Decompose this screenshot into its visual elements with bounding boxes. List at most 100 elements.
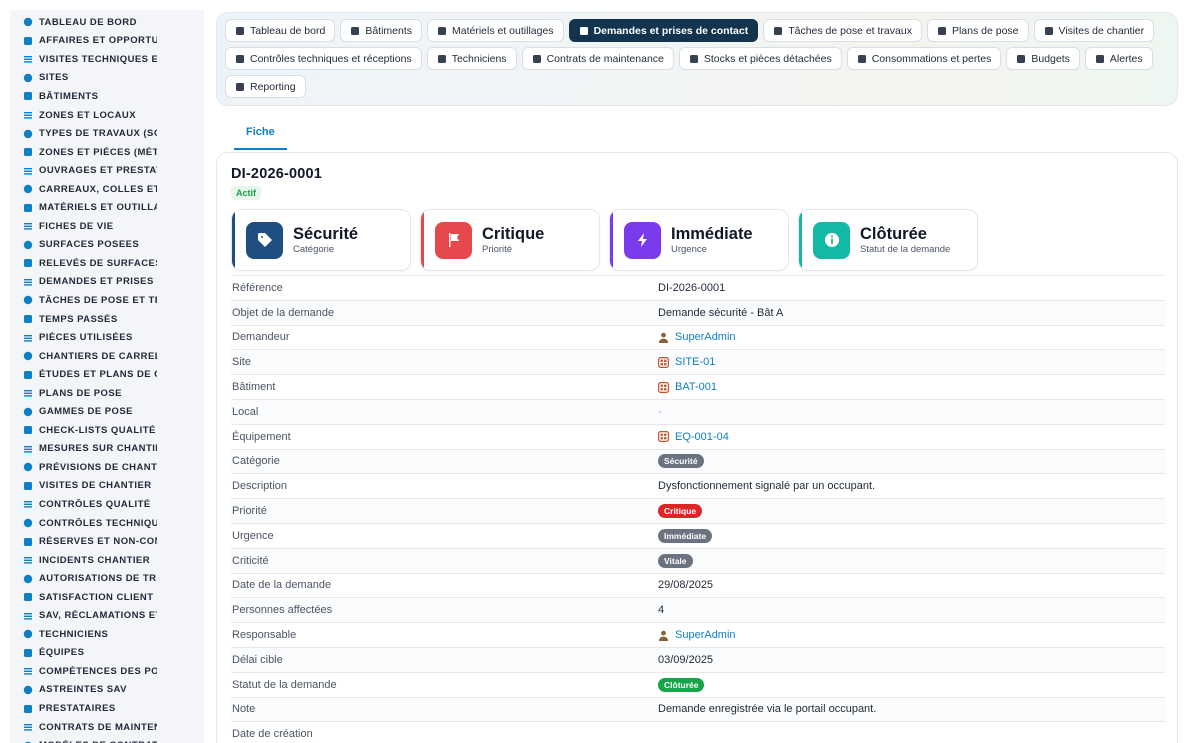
sidebar-item-label: SAV, RÉCLAMATIONS ET GARANTIES <box>39 610 157 622</box>
tab-6[interactable]: Plans de pose <box>926 19 1029 42</box>
sidebar-item-27[interactable]: CONTRÔLES QUALITÉ <box>10 495 204 514</box>
tab-fiche[interactable]: Fiche <box>234 118 287 150</box>
sidebar-item-5[interactable]: BÂTIMENTS <box>10 87 204 106</box>
tab-label: Demandes et prises de contact <box>593 24 749 37</box>
sidebar-item-38[interactable]: PRESTATAIRES <box>10 699 204 718</box>
kpi-label: Priorité <box>482 244 513 255</box>
sidebar-item-21[interactable]: PLANS DE POSE <box>10 384 204 403</box>
tab-8[interactable]: Contrôles techniques et réceptions <box>225 47 422 70</box>
grid-icon <box>658 431 669 443</box>
tab-3[interactable]: Matériels et outillages <box>427 19 564 42</box>
sidebar-item-24[interactable]: MESURES SUR CHANTIER <box>10 440 204 459</box>
sidebar-item-4[interactable]: SITES <box>10 69 204 88</box>
tab-2[interactable]: Bâtiments <box>340 19 422 42</box>
tab-13[interactable]: Budgets <box>1006 47 1080 70</box>
sidebar-item-7[interactable]: TYPES DE TRAVAUX (SOLS) <box>10 124 204 143</box>
info-icon <box>813 221 850 259</box>
sidebar-item-33[interactable]: SAV, RÉCLAMATIONS ET GARANTIES <box>10 607 204 626</box>
sidebar-item-28[interactable]: CONTRÔLES TECHNIQUES ET RÉCEPTIONS <box>10 514 204 533</box>
detail-row: Site SITE-01 <box>231 350 1165 376</box>
sidebar-item-12[interactable]: FICHES DE VIE <box>10 217 204 236</box>
sidebar-item-label: TÂCHES DE POSE ET TRAVAUX <box>39 294 157 306</box>
tab-10[interactable]: Contrats de maintenance <box>521 47 674 70</box>
entity-link[interactable]: EQ-001-04 <box>658 431 729 443</box>
kpi-value: Sécurité <box>293 225 359 243</box>
sidebar-item-30[interactable]: INCIDENTS CHANTIER <box>10 551 204 570</box>
sidebar-item-40[interactable]: MODÈLES DE CONTRATS <box>10 736 204 743</box>
sidebar-item-2[interactable]: AFFAIRES ET OPPORTUNITÉS <box>10 32 204 51</box>
sidebar-item-31[interactable]: AUTORISATIONS DE TRAVAUX <box>10 569 204 588</box>
tab-4[interactable]: Demandes et prises de contact <box>568 19 759 42</box>
sidebar-item-label: RÉSERVES ET NON-CONFORMITÉS <box>39 536 157 548</box>
sidebar-item-19[interactable]: CHANTIERS DE CARRELAGE <box>10 347 204 366</box>
detail-value: SuperAdmin <box>658 331 1165 343</box>
sidebar-item-label: RELEVÉS DE SURFACES <box>39 257 157 269</box>
detail-row: Urgence Immédiate <box>231 524 1165 549</box>
link-text: SITE-01 <box>675 356 716 369</box>
tab-15[interactable]: Reporting <box>225 75 306 98</box>
tab-11[interactable]: Stocks et pièces détachées <box>678 47 842 70</box>
detail-value: DI-2026-0001 <box>658 282 1165 294</box>
sidebar-item-label: SITES <box>39 72 69 84</box>
sidebar-item-15[interactable]: DEMANDES ET PRISES DE CONTACT <box>10 273 204 292</box>
sidebar-item-3[interactable]: VISITES TECHNIQUES ET DIAGNOSTICS <box>10 50 204 69</box>
sidebar-item-18[interactable]: PIÈCES UTILISÉES <box>10 328 204 347</box>
warning-icon <box>22 555 33 566</box>
detail-value: Dysfonctionnement signalé par un occupan… <box>658 480 1165 492</box>
sidebar-item-label: CONTRÔLES TECHNIQUES ET RÉCEPTIONS <box>39 517 157 529</box>
sidebar-item-label: PRESTATAIRES <box>39 703 116 714</box>
detail-value: SuperAdmin <box>658 629 1165 641</box>
sidebar-item-label: SATISFACTION CLIENT <box>39 591 154 603</box>
sidebar-item-20[interactable]: ÉTUDES ET PLANS DE CALEPINAGE <box>10 365 204 384</box>
sidebar-item-1[interactable]: TABLEAU DE BORD <box>10 13 204 32</box>
hard-hat-icon <box>22 629 33 640</box>
sidebar-item-8[interactable]: ZONES ET PIÈCES (MÉTRÉS) <box>10 143 204 162</box>
user-link[interactable]: SuperAdmin <box>658 331 736 343</box>
sidebar-item-14[interactable]: RELEVÉS DE SURFACES <box>10 254 204 273</box>
detail-value: Immédiate <box>658 528 1165 543</box>
sidebar-item-16[interactable]: TÂCHES DE POSE ET TRAVAUX <box>10 291 204 310</box>
sidebar-item-22[interactable]: GAMMES DE POSE <box>10 402 204 421</box>
sidebar-item-32[interactable]: SATISFACTION CLIENT <box>10 588 204 607</box>
sidebar-item-label: PRÉVISIONS DE CHANTIER <box>39 461 157 473</box>
tab-5[interactable]: Tâches de pose et travaux <box>763 19 922 42</box>
tab-14[interactable]: Alertes <box>1084 47 1153 70</box>
value-text: 4 <box>658 604 665 617</box>
sidebar-item-36[interactable]: COMPÉTENCES DES POSEURS <box>10 662 204 681</box>
value-text: DI-2026-0001 <box>658 281 726 294</box>
target-icon <box>22 35 33 46</box>
checklist-icon <box>22 425 33 436</box>
sidebar-item-11[interactable]: MATÉRIELS ET OUTILLAGE <box>10 198 204 217</box>
kpi-label: Statut de la demande <box>860 244 951 255</box>
sidebar-item-9[interactable]: OUVRAGES ET PRESTATIONS <box>10 161 204 180</box>
sidebar-item-29[interactable]: RÉSERVES ET NON-CONFORMITÉS <box>10 532 204 551</box>
entity-link[interactable]: SITE-01 <box>658 356 715 368</box>
detail-label: Date de création <box>232 728 313 741</box>
sidebar-item-label: BÂTIMENTS <box>39 90 99 102</box>
detail-value: - <box>658 406 1165 418</box>
tab-12[interactable]: Consommations et pertes <box>846 47 1002 70</box>
tab-1[interactable]: Tableau de bord <box>225 19 336 42</box>
user-link[interactable]: SuperAdmin <box>658 629 736 641</box>
sidebar-item-10[interactable]: CARREAUX, COLLES ET JOINTS <box>10 180 204 199</box>
sidebar-item-23[interactable]: CHECK-LISTS QUALITÉ <box>10 421 204 440</box>
tab-label: Contrôles techniques et réceptions <box>250 52 412 65</box>
sidebar-item-17[interactable]: TEMPS PASSÉS <box>10 310 204 329</box>
tab-9[interactable]: Techniciens <box>426 47 517 70</box>
calendar-icon <box>937 26 947 36</box>
sidebar-item-37[interactable]: ASTREINTES SAV <box>10 681 204 700</box>
sidebar-item-label: ZONES ET LOCAUX <box>39 109 137 121</box>
ruler-icon <box>22 54 33 65</box>
tab-7[interactable]: Visites de chantier <box>1033 19 1155 42</box>
sidebar-item-35[interactable]: ÉQUIPES <box>10 644 204 663</box>
sidebar-item-6[interactable]: ZONES ET LOCAUX <box>10 106 204 125</box>
entity-link[interactable]: BAT-001 <box>658 381 717 393</box>
sidebar-item-34[interactable]: TECHNICIENS <box>10 625 204 644</box>
sidebar-item-13[interactable]: SURFACES POSEES <box>10 236 204 255</box>
gears-icon <box>437 26 447 36</box>
sidebar-item-25[interactable]: PRÉVISIONS DE CHANTIER <box>10 458 204 477</box>
sidebar-item-39[interactable]: CONTRATS DE MAINTENANCE <box>10 718 204 737</box>
tab-label: Alertes <box>1109 52 1143 65</box>
search-icon <box>22 499 33 510</box>
sidebar-item-26[interactable]: VISITES DE CHANTIER <box>10 477 204 496</box>
